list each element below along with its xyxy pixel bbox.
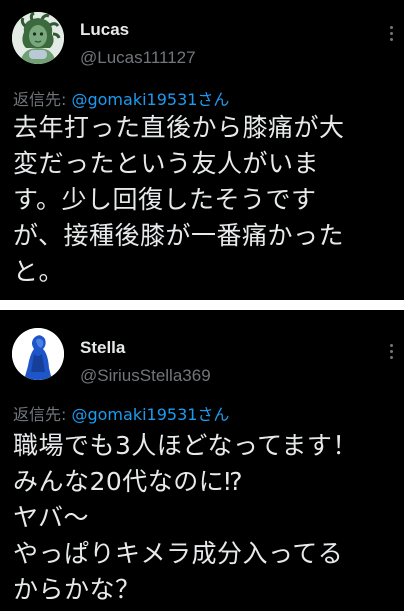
reply-to-line: 返信先: @gomaki19531さん: [13, 401, 229, 425]
medusa-avatar-icon[interactable]: [12, 12, 64, 64]
more-options-icon[interactable]: [388, 344, 394, 362]
reply-to-label: 返信先:: [13, 405, 72, 424]
tweet-card[interactable]: Lucas @Lucas111127 返信先: @gomaki19531さん 去…: [0, 0, 404, 300]
display-name[interactable]: Stella: [80, 338, 125, 358]
tweet-card[interactable]: Stella @SiriusStella369 返信先: @gomaki1953…: [0, 310, 404, 611]
reply-to-line: 返信先: @gomaki19531さん: [13, 86, 229, 110]
reply-to-label: 返信先:: [13, 90, 72, 109]
tweet-text: 去年打った直後から膝痛が大 変だったという友人がいま す。少し回復したそうです …: [13, 113, 345, 286]
display-name[interactable]: Lucas: [80, 20, 129, 40]
divider: [0, 300, 404, 310]
tweet-text: 職場でも3人ほどなってます！ みんな20代なのに⁉ ヤバ〜 やっぱりキメラ成分入…: [13, 431, 358, 604]
user-handle[interactable]: @Lucas111127: [80, 48, 196, 68]
user-handle[interactable]: @SiriusStella369: [80, 366, 211, 386]
reply-to-handle-link[interactable]: @gomaki19531さん: [71, 405, 229, 424]
more-options-icon[interactable]: [388, 26, 394, 44]
reply-to-handle-link[interactable]: @gomaki19531さん: [71, 90, 229, 109]
blue-silhouette-avatar-icon[interactable]: [12, 328, 64, 380]
